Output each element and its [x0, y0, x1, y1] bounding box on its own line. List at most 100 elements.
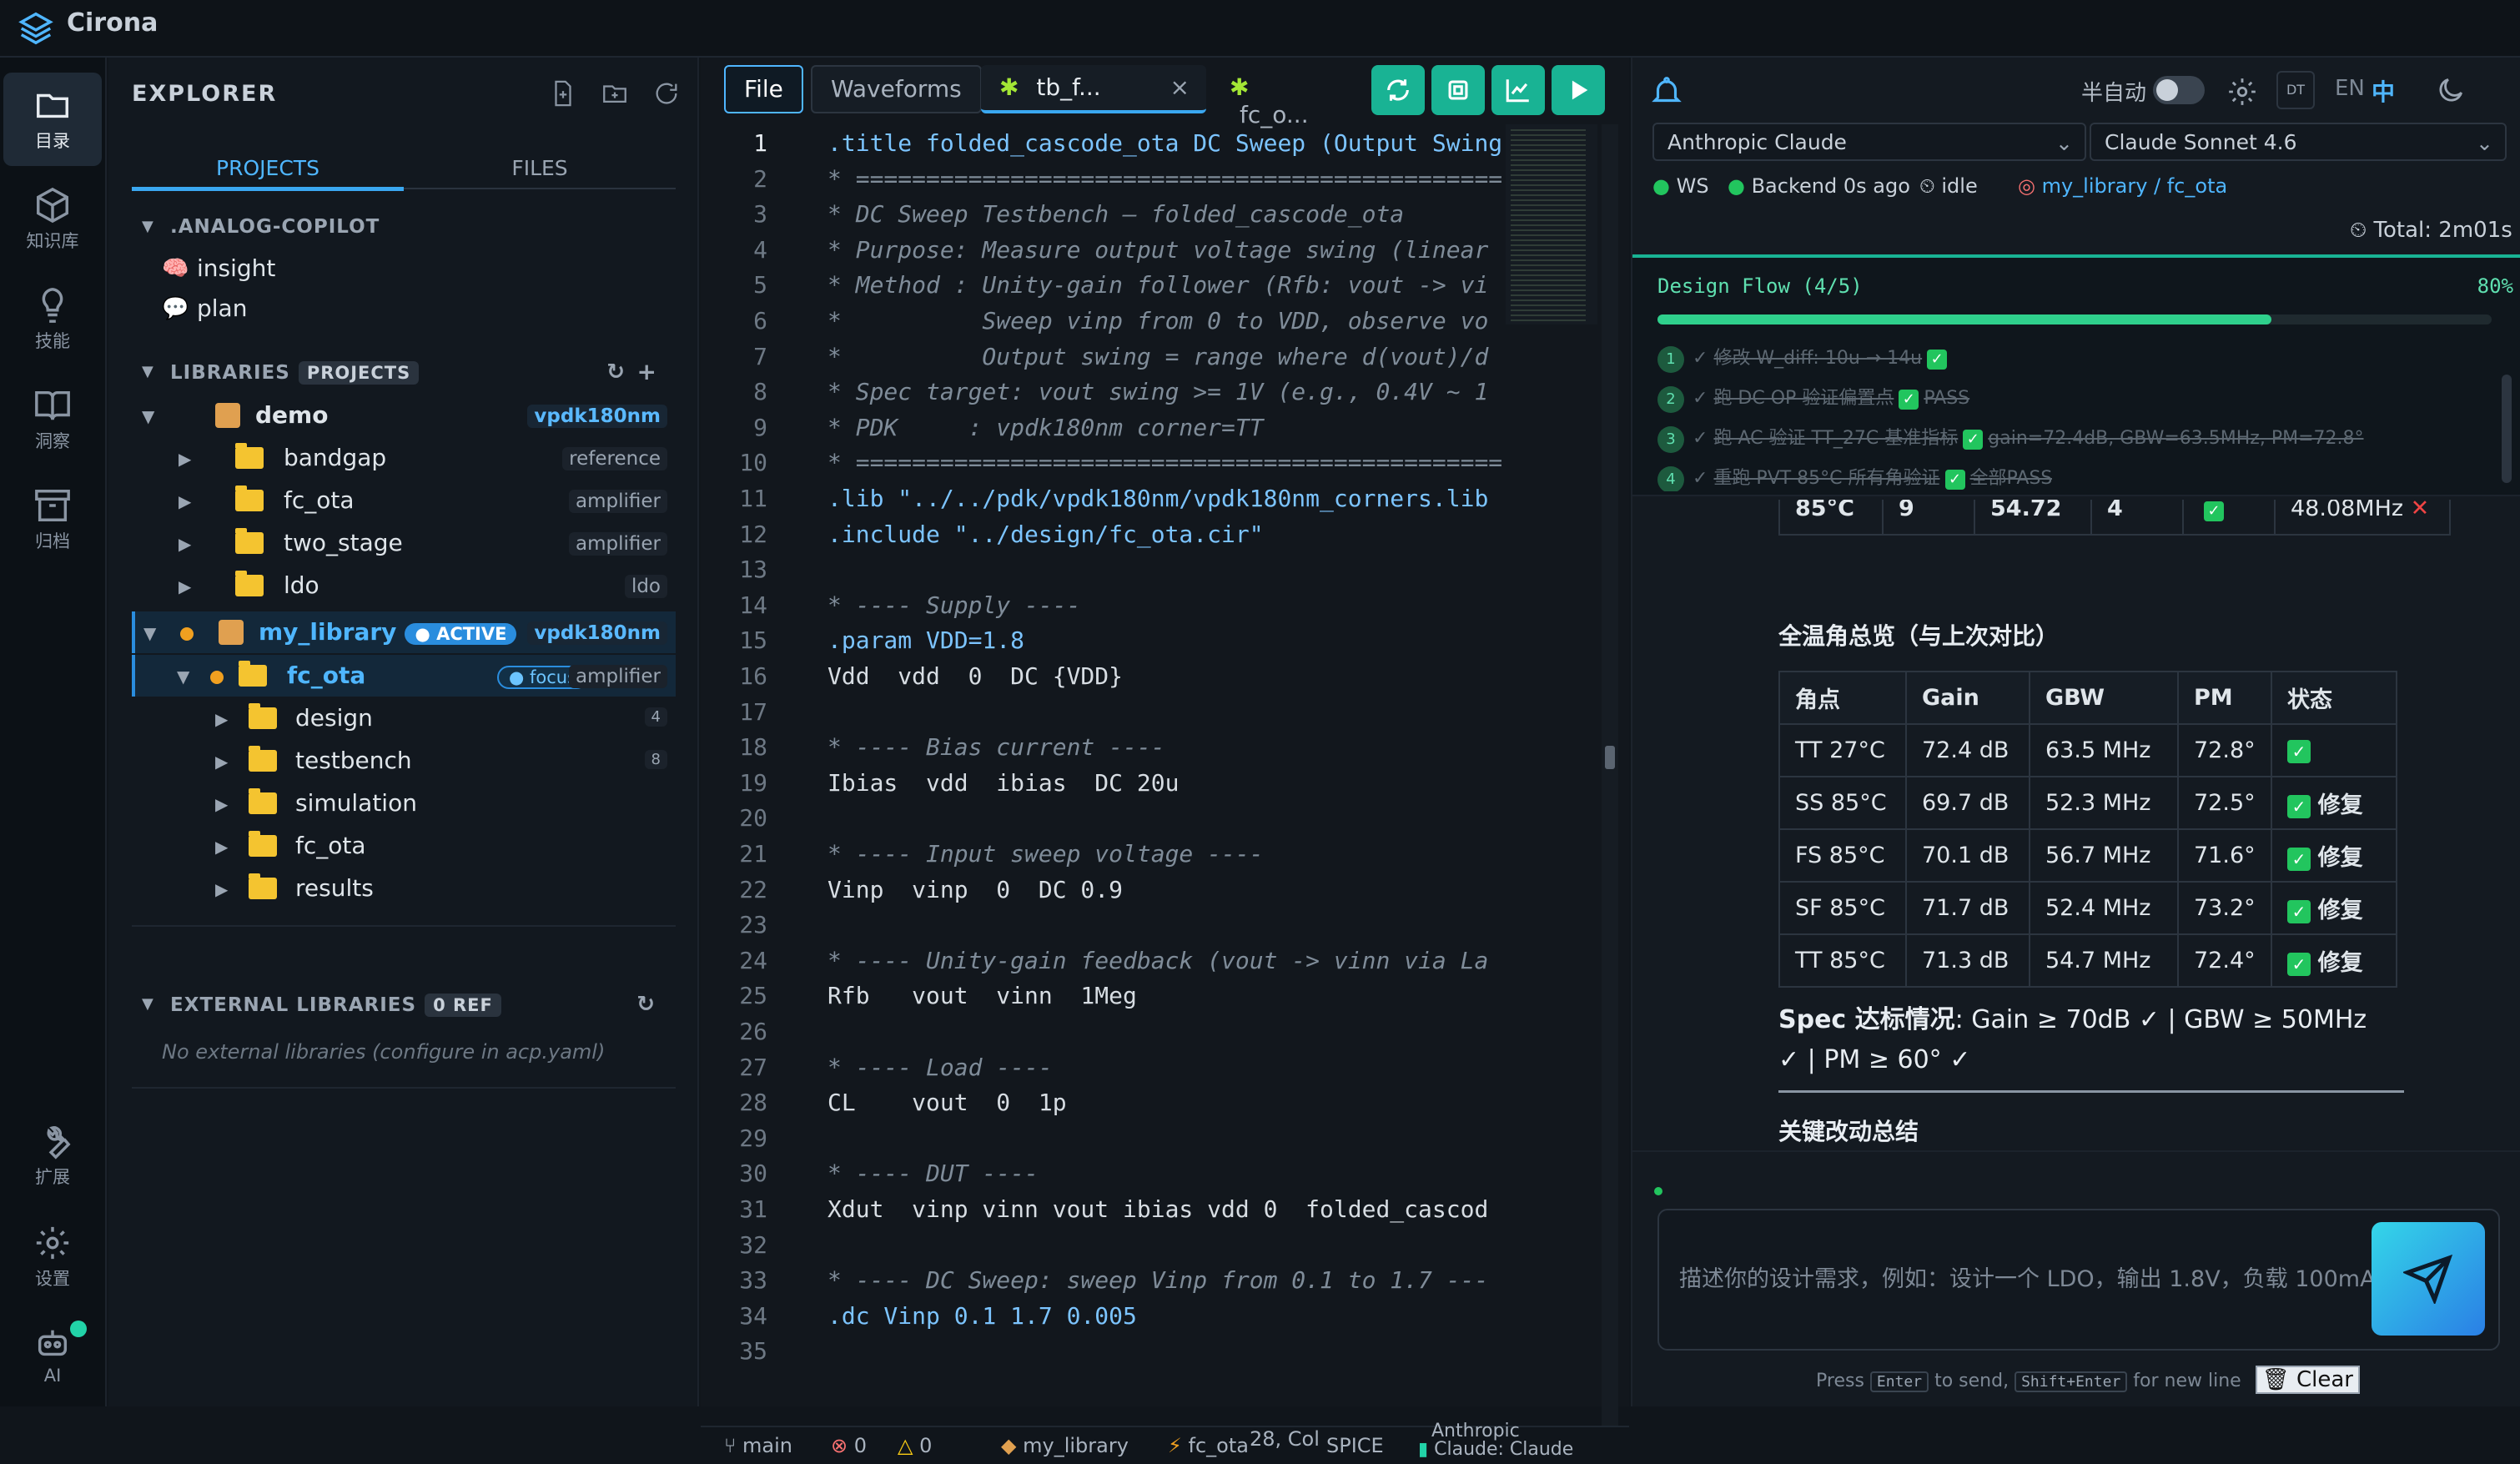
- library-demo[interactable]: ▼ demo vpdk180nm: [132, 395, 676, 436]
- plot-button[interactable]: [1491, 65, 1545, 115]
- tree-item-results[interactable]: ▶ results: [132, 868, 676, 909]
- code-line: * Output swing = range where d(vout)/d: [827, 342, 1489, 370]
- activity-archive[interactable]: 归档: [3, 473, 102, 566]
- tab-files[interactable]: FILES: [404, 156, 676, 180]
- tree-item-fc-ota-sub[interactable]: ▶ fc_ota: [132, 825, 676, 867]
- table-cell: 71.6°: [2177, 828, 2272, 883]
- check-icon: ✓: [1778, 1045, 1800, 1074]
- code-line: .title folded_cascode_ota DC Sweep (Outp…: [827, 129, 1501, 157]
- chart-line-icon: [1506, 79, 1529, 103]
- activity-label: 扩展: [35, 1167, 70, 1187]
- tab-waveforms[interactable]: Waveforms: [811, 65, 982, 113]
- list-item-plan[interactable]: 💬 plan: [132, 288, 676, 330]
- tree-item-ldo[interactable]: ▶ ldo ldo: [132, 565, 676, 606]
- external-libraries-section[interactable]: ▼ EXTERNAL LIBRARIES 0 REF ↻: [132, 985, 676, 1024]
- tree-item-bandgap[interactable]: ▶ bandgap reference: [132, 437, 676, 479]
- ws-label: WS: [1676, 174, 1709, 198]
- tree-item-testbench[interactable]: ▶ testbench 8: [132, 740, 676, 782]
- activity-skills[interactable]: 技能: [3, 273, 102, 366]
- provider-select[interactable]: Anthropic Claude ⌄: [1652, 123, 2086, 161]
- chat-messages[interactable]: 85°C 9 54.72 4 ✓ 48.08MHz ✕ 全温角总览（与上次对比）…: [1632, 500, 2520, 1150]
- tree-item-fc-ota[interactable]: ▶ fc_ota amplifier: [132, 480, 676, 521]
- activity-knowledge[interactable]: 知识库: [3, 173, 102, 266]
- context-path[interactable]: ◎ my_library / fc_ota: [2018, 174, 2227, 198]
- activity-settings[interactable]: 设置: [3, 1210, 102, 1304]
- hint-text: to send,: [1934, 1371, 2009, 1391]
- new-file-icon[interactable]: [549, 79, 577, 108]
- analog-copilot-section[interactable]: ▼ .ANALOG-COPILOT: [132, 208, 676, 246]
- activity-insight[interactable]: 洞察: [3, 373, 102, 466]
- branch-status[interactable]: ⑂ main: [724, 1434, 792, 1457]
- code-line: * PDK : vpdk180nm corner=TT: [827, 413, 1264, 441]
- scrollbar[interactable]: [2502, 375, 2512, 483]
- play-icon: [1572, 80, 1588, 100]
- add-icon[interactable]: +: [637, 358, 657, 385]
- check-icon: ✓: [2287, 847, 2311, 871]
- new-folder-icon[interactable]: [601, 79, 629, 108]
- semi-auto-toggle[interactable]: [2153, 76, 2205, 104]
- active-badge: ● ACTIVE: [405, 623, 517, 645]
- sync-button[interactable]: [1371, 65, 1425, 115]
- chat-input[interactable]: 描述你的设计需求，例如：设计一个 LDO，输出 1.8V，负载 100mA: [1657, 1209, 2500, 1351]
- activity-label: AI: [43, 1366, 62, 1386]
- table-cell: 71.3 dB: [1905, 933, 2030, 988]
- netlist-button[interactable]: [1431, 65, 1485, 115]
- activity-label: 知识库: [26, 231, 79, 251]
- minimap[interactable]: [1506, 124, 1597, 324]
- run-button[interactable]: [1552, 65, 1605, 115]
- model-select[interactable]: Claude Sonnet 4.6 ⌄: [2090, 123, 2507, 161]
- bell-icon[interactable]: [1649, 74, 1684, 109]
- activity-directory[interactable]: 目录: [3, 73, 102, 166]
- lang-zh-button[interactable]: 中: [2372, 74, 2395, 108]
- close-icon[interactable]: ×: [1170, 73, 1190, 101]
- package-icon: [219, 620, 244, 645]
- refresh-icon[interactable]: ↻: [636, 992, 656, 1017]
- tab-testbench[interactable]: ✱ tb_f... ×: [981, 65, 1206, 113]
- scrollbar[interactable]: [1602, 124, 1618, 1426]
- activity-ai[interactable]: AI: [3, 1311, 102, 1404]
- error-count[interactable]: ⊗ 0: [831, 1434, 867, 1457]
- gear-icon[interactable]: [2226, 76, 2258, 108]
- tree-item-fc-ota-focus[interactable]: ▼ fc_ota ● focus amplifier: [132, 655, 676, 697]
- line-number: 1: [753, 129, 767, 157]
- model-status[interactable]: Claude: Claude: [1434, 1439, 1573, 1460]
- status-dot: ▮: [1418, 1439, 1429, 1460]
- lang-en-button[interactable]: EN: [2335, 76, 2365, 101]
- table-cell: 72.4 dB: [1905, 723, 2030, 777]
- tab-fc-ota[interactable]: ✱ fc_o...: [1211, 65, 1353, 128]
- tree-item-two-stage[interactable]: ▶ two_stage amplifier: [132, 522, 676, 564]
- warning-icon: △: [898, 1434, 913, 1457]
- table-cell: TT 85°C: [1778, 933, 1907, 988]
- line-number: 33: [739, 1266, 767, 1295]
- warning-count[interactable]: △ 0: [898, 1434, 932, 1457]
- send-icon: [2403, 1254, 2453, 1304]
- table-cell: 72.4°: [2177, 933, 2272, 988]
- tab-file[interactable]: File: [724, 65, 803, 113]
- tab-projects[interactable]: PROJECTS: [132, 156, 404, 191]
- clear-button[interactable]: 🗑 Clear: [2255, 1366, 2360, 1394]
- tree-item-simulation[interactable]: ▶ simulation: [132, 782, 676, 824]
- key-changes-title: 关键改动总结: [1778, 1118, 1919, 1145]
- library-my-library[interactable]: ▼ my_library ● ACTIVE vpdk180nm: [132, 611, 676, 653]
- check-icon: ✓: [1944, 470, 1965, 490]
- cursor-position[interactable]: 28, Col: [1250, 1427, 1320, 1451]
- dt-button[interactable]: DT: [2276, 71, 2315, 109]
- line-number: 28: [739, 1089, 767, 1117]
- code-area[interactable]: .title folded_cascode_ota DC Sweep (Outp…: [827, 124, 1501, 1426]
- tree-item-design[interactable]: ▶ design 4: [132, 697, 676, 739]
- refresh-icon: [1387, 79, 1409, 101]
- list-item-insight[interactable]: 🧠 insight: [132, 248, 676, 289]
- refresh-icon[interactable]: [652, 79, 681, 108]
- library-status[interactable]: ◆ my_library: [1001, 1434, 1129, 1457]
- activity-extensions[interactable]: 扩展: [3, 1109, 102, 1202]
- send-button[interactable]: [2372, 1222, 2485, 1336]
- libraries-section[interactable]: ▼ LIBRARIES PROJECTS ↻ +: [132, 353, 676, 391]
- library-name: my_library: [259, 618, 397, 646]
- moon-icon[interactable]: [2435, 74, 2467, 106]
- language-mode[interactable]: SPICE: [1326, 1434, 1384, 1457]
- code-line: Rfb vout vinn 1Meg: [827, 982, 1137, 1010]
- code-line: * Purpose: Measure output voltage swing …: [827, 235, 1489, 264]
- cell-status[interactable]: ⚡ fc_ota: [1168, 1434, 1249, 1457]
- check-icon: ✓: [2287, 739, 2311, 763]
- refresh-icon[interactable]: ↻: [606, 360, 626, 385]
